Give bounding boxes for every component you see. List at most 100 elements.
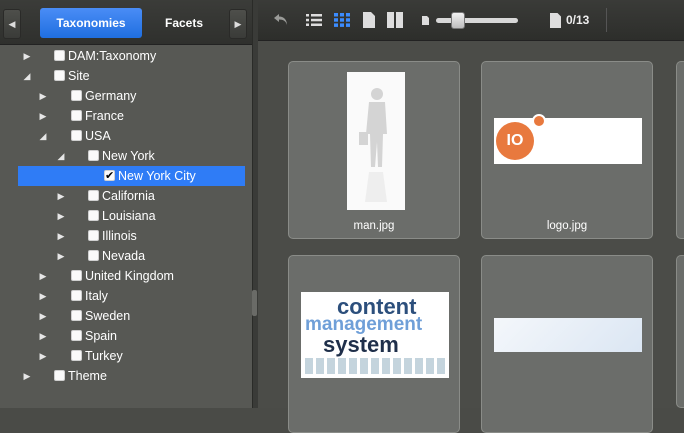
tree-checkbox[interactable] [71,290,82,301]
zoom-large-icon [548,10,562,30]
zoom-slider-track [436,11,518,29]
expand-triangle-icon[interactable]: ▶ [38,286,48,306]
tree-item-label: Italy [85,289,108,303]
list-view-button[interactable] [304,10,324,30]
asset-card-man[interactable]: man.jpg [288,61,460,239]
tree-checkbox[interactable] [54,370,65,381]
back-button[interactable] [270,10,292,30]
tree-item-italy[interactable]: ▶ Italy [0,286,252,306]
tree-checkbox-checked[interactable] [104,166,115,186]
tree-item-new-york[interactable]: ◢ New York [0,146,252,166]
zoom-slider-thumb[interactable] [451,11,465,29]
tree-item-nevada[interactable]: ▶ Nevada [0,246,252,266]
tree-checkbox[interactable] [71,330,82,341]
tree-checkbox[interactable] [88,150,99,161]
wordcloud-small-words [305,358,445,374]
tree-item-label: Spain [85,329,117,343]
tree-item-site[interactable]: ◢ Site [0,66,252,86]
two-page-view-button[interactable] [384,10,406,30]
asset-card-texture[interactable] [481,255,653,433]
expand-triangle-icon[interactable]: ▶ [38,306,48,326]
expand-triangle-icon[interactable]: ▶ [56,226,66,246]
tree-checkbox[interactable] [71,350,82,361]
tree-checkbox[interactable] [71,130,82,141]
tree-item-label: Sweden [85,309,131,323]
tab-bar: ◀ Taxonomies Facets ▶ [0,0,252,45]
tree-item-label: DAM:Taxonomy [68,49,157,63]
tree-checkbox[interactable] [54,50,65,61]
triangle-left-icon: ◀ [8,18,16,29]
tree-item-label: Illinois [102,229,137,243]
tree-item-label: Nevada [102,249,146,263]
single-page-view-button[interactable] [360,10,378,30]
grid-view-button[interactable] [332,10,352,30]
asset-card-partial[interactable] [676,61,684,239]
tree-checkbox[interactable] [88,250,99,261]
asset-thumbnail-man [347,72,405,210]
logo-dot [532,114,546,128]
asset-card-wordcloud[interactable]: content management system [288,255,460,433]
tree-checkbox[interactable] [71,310,82,321]
two-page-icon [387,12,403,28]
tree-item-label: USA [85,129,111,143]
tab-scroll-right-button[interactable]: ▶ [229,9,247,39]
grid-view-icon [334,13,350,27]
tree-checkbox[interactable] [71,270,82,281]
tree-item-germany[interactable]: ▶ Germany [0,86,252,106]
tree-item-turkey[interactable]: ▶ Turkey [0,346,252,366]
asset-card-partial[interactable] [676,255,684,408]
tree-item-theme[interactable]: ▶ Theme [0,366,252,386]
silhouette-man-image [359,88,387,202]
tree-checkbox[interactable] [88,210,99,221]
tree-item-illinois[interactable]: ▶ Illinois [0,226,252,246]
expand-triangle-icon[interactable]: ▶ [22,366,32,386]
tree-checkbox[interactable] [88,230,99,241]
zoom-small-icon [420,10,430,30]
tree-item-label: Germany [85,89,137,103]
expand-triangle-icon[interactable]: ▶ [38,346,48,366]
asset-toolbar: 0/13 [258,0,684,41]
tree-item-spain[interactable]: ▶ Spain [0,326,252,346]
tree-item-usa[interactable]: ◢ USA [0,126,252,146]
tree-item-dam-taxonomy[interactable]: ▶ DAM:Taxonomy [0,46,252,66]
collapse-triangle-icon[interactable]: ◢ [38,126,48,146]
expand-triangle-icon[interactable]: ▶ [38,86,48,106]
expand-triangle-icon[interactable]: ▶ [56,206,66,226]
tab-scroll-left-button[interactable]: ◀ [3,9,21,39]
collapse-triangle-icon[interactable]: ◢ [22,66,32,86]
tree-checkbox[interactable] [71,110,82,121]
tree-checkbox[interactable] [88,190,99,201]
logo-circle: IO [496,122,534,160]
tree-item-label: Site [68,69,90,83]
tree-item-louisiana[interactable]: ▶ Louisiana [0,206,252,226]
list-view-icon [306,14,322,26]
asset-filename: logo.jpg [546,220,588,232]
page-counter: 0/13 [566,13,590,27]
asset-card-logo[interactable]: IO logo.jpg [481,61,653,239]
tree-item-label: Theme [68,369,107,383]
splitter-grip[interactable] [252,290,257,316]
tree-item-new-york-city[interactable]: New York City [18,166,245,186]
tree-checkbox[interactable] [54,70,65,81]
collapse-triangle-icon[interactable]: ◢ [56,146,66,166]
tree-item-france[interactable]: ▶ France [0,106,252,126]
triangle-right-icon: ▶ [234,18,242,29]
tree-item-sweden[interactable]: ▶ Sweden [0,306,252,326]
asset-thumbnail-logo: IO [494,114,642,164]
tree-item-label: United Kingdom [85,269,174,283]
tab-taxonomies[interactable]: Taxonomies [40,8,142,38]
tree-checkbox[interactable] [71,90,82,101]
expand-triangle-icon[interactable]: ▶ [38,106,48,126]
tree-item-united-kingdom[interactable]: ▶ United Kingdom [0,266,252,286]
wordcloud-word-system: system [323,332,399,357]
expand-triangle-icon[interactable]: ▶ [38,326,48,346]
tree-item-california[interactable]: ▶ California [0,186,252,206]
zoom-slider[interactable] [436,10,518,30]
expand-triangle-icon[interactable]: ▶ [38,266,48,286]
expand-triangle-icon[interactable]: ▶ [22,46,32,66]
tree-item-label: New York [102,149,155,163]
asset-grid: man.jpg IO logo.jpg content management s… [258,41,684,433]
expand-triangle-icon[interactable]: ▶ [56,246,66,266]
tab-facets[interactable]: Facets [148,8,220,38]
expand-triangle-icon[interactable]: ▶ [56,186,66,206]
